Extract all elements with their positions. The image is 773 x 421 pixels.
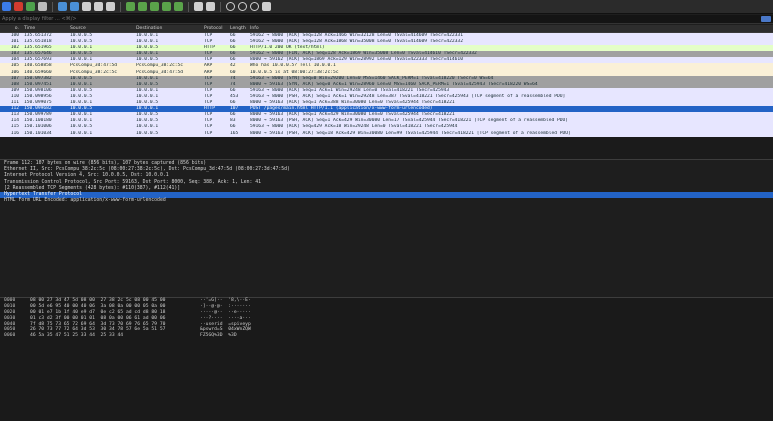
display-filter-input[interactable] [2,15,757,23]
restart-capture-icon[interactable] [26,2,35,11]
go-first-icon[interactable] [162,2,171,11]
find-packet-icon[interactable] [106,2,115,11]
apply-filter-button[interactable] [761,16,771,22]
packet-list-header: o. Time Source Destination Protocol Leng… [0,25,773,33]
packet-details-pane: Frame 112: 107 bytes on wire (856 bits),… [0,161,773,297]
resize-columns-icon[interactable] [262,2,271,11]
packet-cell-proto: TCP [204,130,213,136]
shark-fin-start-icon[interactable] [2,2,11,11]
toolbar-separator [220,1,221,12]
detail-tree-item[interactable]: HTML Form URL Encoded: application/x-www… [0,198,773,204]
toolbar-separator [188,1,189,12]
column-header-info[interactable]: Info [248,25,773,32]
close-file-icon[interactable] [82,2,91,11]
zoom-normal-icon[interactable] [250,2,259,11]
bytes-ascii[interactable]: FZ5GQ%3D %3D [200,333,280,339]
packet-cell-len: 165 [230,130,239,136]
packet-cell-dst: 10.0.0.5 [136,130,159,136]
toolbar-separator [120,1,121,12]
stop-capture-icon[interactable] [14,2,23,11]
packet-list-rows: 100 135.651372 10.0.0.5 10.0.0.1 TCP 66 59162 … [0,33,773,137]
zoom-out-icon[interactable] [238,2,247,11]
packet-bytes-pane: 0000 08 00 27 3d 47 5d 08 00 27 38 2c 5c … [0,298,773,421]
autoscroll-icon[interactable] [194,2,203,11]
packet-cell-info: 8000 → 59163 [PSH, ACK] Seq=18 Ack=429 W… [250,130,571,136]
colorize-icon[interactable] [206,2,215,11]
pane-splitter-top[interactable] [0,159,773,160]
save-file-icon[interactable] [70,2,79,11]
packet-cell-no: 116 [10,130,19,136]
packet-cell-time: 150.101034 [24,130,52,136]
main-toolbar [0,0,773,14]
packet-cell-src: 10.0.0.1 [70,130,93,136]
open-file-icon[interactable] [58,2,67,11]
go-to-packet-icon[interactable] [150,2,159,11]
bytes-offset[interactable]: 0060 [0,333,30,339]
go-forward-icon[interactable] [138,2,147,11]
column-header-protocol[interactable]: Protocol [202,25,228,32]
column-header-length[interactable]: Length [228,25,248,32]
go-back-icon[interactable] [126,2,135,11]
bytes-row: 0060 46 5a 35 47 51 25 33 44 25 33 44 FZ5G… [0,333,773,339]
reload-icon[interactable] [94,2,103,11]
packet-row[interactable]: 116 150.101034 10.0.0.1 10.0.0.5 TCP 165 8000 … [0,130,773,137]
go-last-icon[interactable] [174,2,183,11]
column-header-destination[interactable]: Destination [134,25,202,32]
toolbar-separator [52,1,53,12]
bytes-hex[interactable]: 46 5a 35 47 51 25 33 44 25 33 44 [30,333,200,339]
column-header-time[interactable]: Time [22,25,68,32]
zoom-in-icon[interactable] [226,2,235,11]
column-header-no[interactable]: o. [0,25,22,32]
column-header-source[interactable]: Source [68,25,134,32]
capture-options-icon[interactable] [38,2,47,11]
display-filter-bar [0,15,773,24]
packet-list-pane: o. Time Source Destination Protocol Leng… [0,25,773,159]
